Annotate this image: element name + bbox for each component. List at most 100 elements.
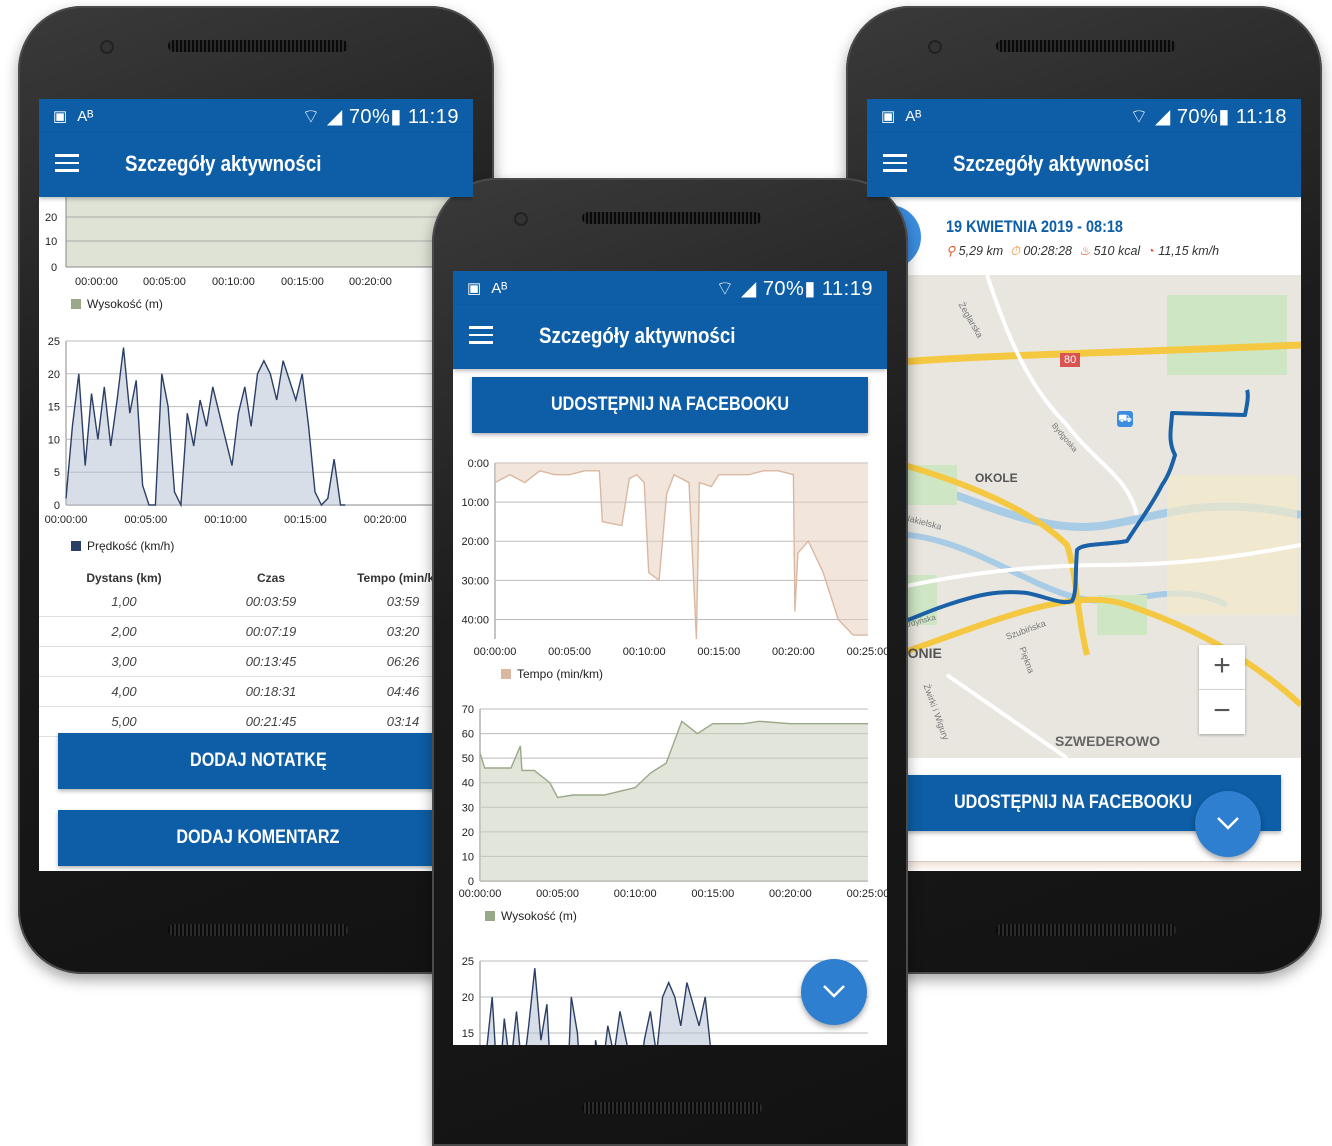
top-speaker: [168, 40, 348, 52]
stopwatch-icon: ⏱: [1010, 244, 1020, 258]
front-camera: [930, 42, 940, 52]
image-icon: ▣: [467, 280, 482, 297]
y-tick: 10: [48, 434, 60, 446]
train-station-icon: ⛟: [1117, 411, 1133, 427]
page-title: Szczegóły aktywności: [125, 151, 322, 176]
y-tick: 20: [48, 369, 60, 381]
y-tick: 0: [54, 500, 60, 512]
y-tick: 15: [48, 402, 60, 414]
altitude-chart: 20 10 0 00:00:00 00:05:00 00:10:00 00:15…: [45, 197, 473, 288]
add-comment-button[interactable]: DODAJ KOMENTARZ: [58, 810, 458, 866]
menu-icon[interactable]: [55, 154, 79, 172]
y-tick: 20: [45, 212, 57, 224]
distance-icon: ⚲: [946, 244, 956, 258]
clock: 11:18: [1235, 106, 1287, 128]
center-screen: ▣ Aᴮ ⌔ ◢ 70%▮ 11:19 Szczegóły aktywności …: [453, 271, 887, 1045]
activity-date: 19 KWIETNIA 2019 - 08:18: [946, 217, 1123, 236]
status-bar: ▣ Aᴮ ⌔ ◢ 70%▮ 11:18: [867, 99, 1301, 133]
scroll-down-fab[interactable]: [1195, 791, 1261, 857]
y-tick: 30: [462, 802, 474, 814]
chevron-down-icon: [823, 985, 845, 998]
table-row: 5,00 00:21:45 03:14: [39, 706, 473, 737]
menu-icon[interactable]: [469, 326, 493, 344]
app-bar: Szczegóły aktywności: [39, 133, 473, 197]
chevron-down-icon: [1217, 817, 1239, 830]
chart-preview: [903, 861, 1301, 871]
x-tick: 00:20:00: [769, 888, 812, 900]
map-label-okole: OKOLE: [975, 471, 1018, 485]
y-tick: 25: [48, 336, 60, 348]
route-map[interactable]: 80 25 ⛟ OKOLE BŁONIE SZWEDEROWO Żeglarsk…: [867, 275, 1301, 758]
front-camera: [516, 214, 526, 224]
x-tick: 00:20:00: [772, 646, 815, 658]
center-phone: ▣ Aᴮ ⌔ ◢ 70%▮ 11:19 Szczegóły aktywności …: [432, 178, 908, 1146]
x-tick: 00:05:00: [124, 514, 167, 526]
y-tick: 40:00: [461, 614, 489, 626]
battery-text: 70%: [1176, 106, 1219, 128]
x-tick: 00:20:00: [349, 276, 392, 288]
page-title: Szczegóły aktywności: [539, 323, 736, 348]
image-icon: ▣: [53, 108, 68, 125]
battery-icon: ▮: [1218, 106, 1230, 128]
y-tick: 5: [54, 467, 60, 479]
x-tick: 00:25:00: [847, 888, 887, 900]
pace-legend: Tempo (min/km): [501, 667, 603, 681]
x-tick: 00:00:00: [474, 646, 517, 658]
app-bar: Szczegóły aktywności: [453, 305, 887, 369]
splits-header-time: Czas: [256, 571, 285, 585]
share-facebook-button[interactable]: UDOSTĘPNIJ NA FACEBOOKU: [472, 377, 868, 433]
y-tick: 10: [45, 236, 57, 248]
altitude-legend: Wysokość (m): [485, 909, 577, 923]
x-tick: 00:10:00: [204, 514, 247, 526]
table-row: 2,00 00:07:19 03:20: [39, 616, 473, 647]
x-tick: 00:05:00: [536, 888, 579, 900]
y-tick: 0:00: [468, 458, 489, 470]
y-tick: 10: [462, 851, 474, 863]
ab-icon: Aᴮ: [491, 280, 508, 297]
add-note-button[interactable]: DODAJ NOTATKĘ: [58, 733, 458, 789]
signal-icon: ◢: [326, 106, 343, 128]
y-tick: 40: [462, 778, 474, 790]
altitude-legend: Wysokość (m): [71, 297, 163, 311]
pace-chart: 0:00 10:00 20:00 30:00 40:00 00:00:00 00:05:00…: [461, 458, 887, 658]
y-tick: 15: [462, 1028, 474, 1040]
signal-icon: ◢: [740, 278, 757, 300]
zoom-out-button[interactable]: −: [1199, 690, 1245, 734]
y-tick: 0: [468, 876, 474, 888]
front-camera: [102, 42, 112, 52]
right-screen: ▣ Aᴮ ⌔ ◢ 70%▮ 11:18 Szczegóły aktywności …: [867, 99, 1301, 871]
wifi-icon: ⌔: [301, 106, 321, 128]
splits-header-distance: Dystans (km): [86, 571, 162, 585]
series-area: [480, 721, 868, 881]
series-area: [495, 463, 868, 639]
x-tick: 00:15:00: [284, 514, 327, 526]
y-tick: 10:00: [461, 497, 489, 509]
x-tick: 00:00:00: [75, 276, 118, 288]
speed-chart: 0 5 10 15 20 25 00:00:00 00:05:00 00:10:00 00:15:…: [45, 336, 473, 526]
status-bar: ▣ Aᴮ ⌔ ◢ 70%▮ 11:19: [453, 271, 887, 305]
y-tick: 70: [462, 704, 474, 716]
y-tick: 20: [462, 992, 474, 1004]
x-tick: 00:05:00: [548, 646, 591, 658]
scroll-down-fab[interactable]: [801, 959, 867, 1025]
bottom-speaker: [996, 924, 1176, 936]
x-tick: 00:20:00: [364, 514, 407, 526]
speed-icon: ◔: [1147, 244, 1155, 258]
battery-text: 70%: [762, 278, 805, 300]
left-phone: ▣ Aᴮ ⌔ ◢ 70%▮ 11:19 Szczegóły aktywności …: [18, 6, 494, 974]
menu-icon[interactable]: [883, 154, 907, 172]
bottom-speaker: [168, 924, 348, 936]
page-title: Szczegóły aktywności: [953, 151, 1150, 176]
status-bar: ▣ Aᴮ ⌔ ◢ 70%▮ 11:19: [39, 99, 473, 133]
clock: 11:19: [821, 278, 873, 300]
speed-legend: Prędkość (km/h): [71, 539, 174, 553]
ab-icon: Aᴮ: [77, 108, 94, 125]
x-tick: 00:00:00: [45, 514, 88, 526]
zoom-in-button[interactable]: +: [1199, 645, 1245, 690]
calories-icon: ♨: [1078, 244, 1091, 258]
activity-stats: ⚲ 5,29 km ⏱ 00:28:28 ♨ 510 kcal ◔ 11,15 …: [946, 244, 1220, 258]
y-tick: 0: [51, 262, 57, 274]
x-tick: 00:15:00: [691, 888, 734, 900]
battery-icon: ▮: [390, 106, 402, 128]
top-speaker: [582, 212, 762, 224]
